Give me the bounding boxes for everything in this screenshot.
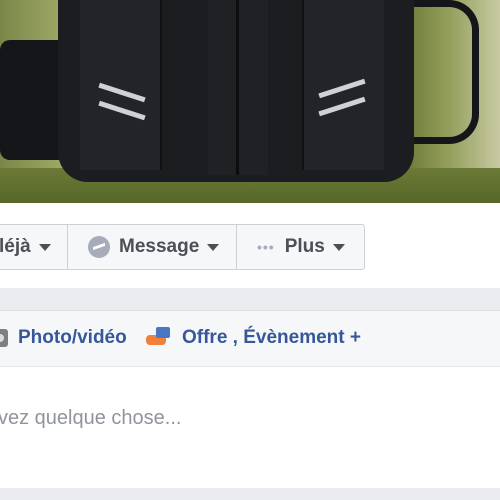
backpack-panel [302,0,384,170]
section-divider [0,288,500,310]
reflective-stripe [98,100,146,121]
offer-event-tab[interactable]: Offre , Évènement + [146,327,361,349]
message-button[interactable]: Message [67,224,237,270]
chevron-down-icon [38,243,51,251]
camera-icon [0,329,8,347]
offer-event-label: Offre , Évènement + [182,327,361,348]
reflective-stripe [318,96,366,117]
more-button[interactable]: ••• Plus [236,224,365,270]
profile-action-bar: léjà Message ••• Plus [0,203,500,288]
post-composer: Photo/vidéo Offre , Évènement + vez quel… [0,310,500,489]
reflective-stripe [98,82,146,103]
photo-video-label: Photo/vidéo [18,327,127,348]
offer-icon [146,327,172,349]
friends-button-label: léjà [0,236,31,257]
backpack-center [208,0,268,175]
backpack-panel [80,0,162,170]
photo-video-tab[interactable]: Photo/vidéo [0,327,127,349]
chevron-down-icon [207,243,220,251]
more-dots-icon: ••• [257,239,275,255]
chevron-down-icon [332,243,345,251]
composer-tabs: Photo/vidéo Offre , Évènement + [0,311,500,367]
backpack-image [58,0,414,182]
section-divider [0,488,500,500]
cover-photo[interactable] [0,0,500,203]
post-input-placeholder[interactable]: vez quelque chose... [0,407,181,430]
messenger-icon [88,236,110,258]
message-button-label: Message [119,236,200,257]
more-button-label: Plus [284,236,325,257]
zipper [236,0,239,175]
reflective-stripe [318,78,366,99]
friends-button[interactable]: léjà [0,224,68,270]
